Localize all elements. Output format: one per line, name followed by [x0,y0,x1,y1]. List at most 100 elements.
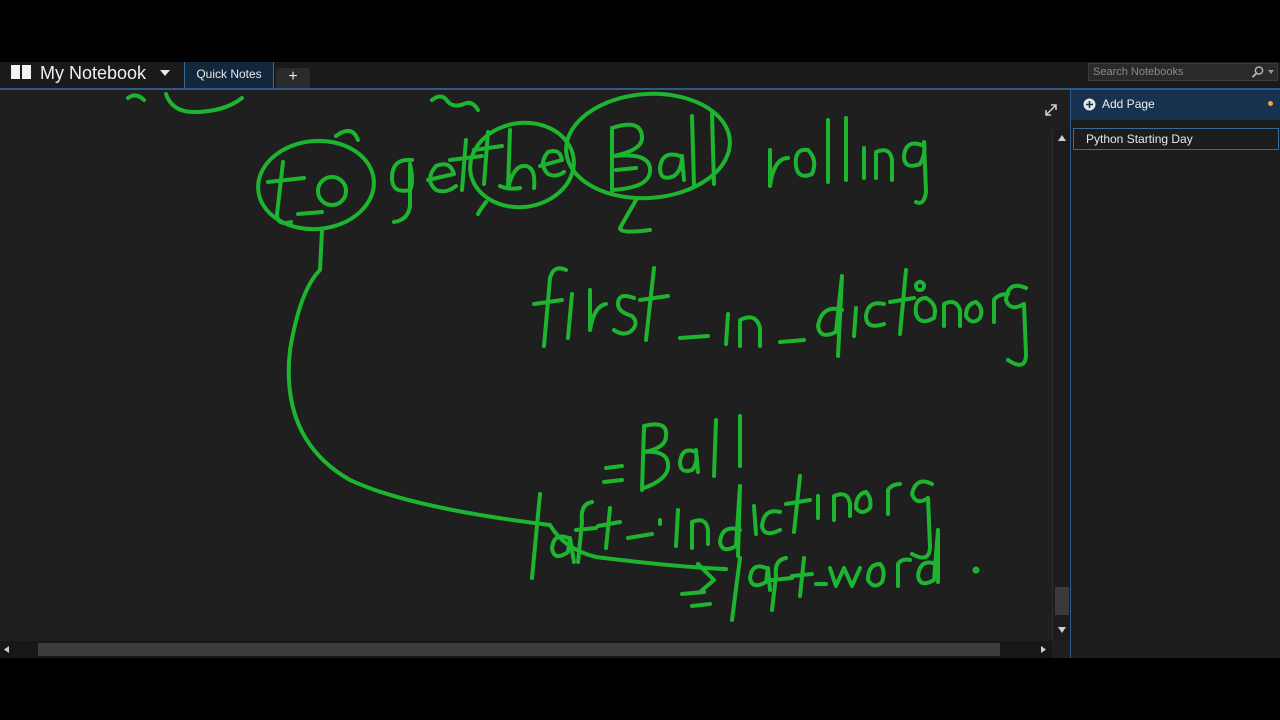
ink-stroke [690,518,710,550]
ink-stroke [852,306,858,338]
ink-stroke [888,296,916,304]
chevron-down-icon[interactable] [160,70,170,76]
ink-stroke [942,300,962,328]
ink-stroke [964,300,984,324]
add-section-button[interactable]: + [276,68,310,88]
ink-stroke [626,532,654,540]
note-canvas[interactable] [0,90,1052,641]
ink-stroke [854,490,873,514]
ink-stroke [724,312,730,346]
scroll-thumb[interactable] [1055,587,1069,615]
ink-stroke [1004,283,1028,367]
ink-stroke [674,508,680,548]
ink-stroke [790,572,814,578]
ink-stroke [864,301,886,328]
ink-stroke [718,484,742,558]
tab-quick-notes[interactable]: Quick Notes [184,62,274,90]
ink-stroke [574,526,598,532]
notebook-icon [11,65,31,79]
ink-stroke [316,175,348,207]
search-icon[interactable] [1251,65,1265,79]
ink-stroke [460,138,468,192]
ink-stroke [730,556,742,622]
ink-stroke [778,338,806,344]
top-bar: My Notebook Quick Notes + [0,62,1280,90]
ink-stroke [334,128,360,142]
ink-stroke [828,566,862,588]
ink-stroke [614,166,638,172]
ink-stroke [542,266,568,348]
ink-stroke [126,93,146,102]
ink-stroke [610,122,653,192]
ink-stroke [638,294,670,302]
ink-stroke [640,426,646,492]
ink-stroke [690,602,712,608]
vertical-scrollbar[interactable] [1052,130,1071,641]
arrow-left-icon[interactable] [0,641,14,658]
add-icon [1083,98,1096,111]
ink-stroke [770,576,794,582]
add-page-label: Add Page [1102,97,1155,111]
page-list-panel: Add Page Python Starting Day [1070,90,1280,658]
ink-stroke [886,482,902,516]
ink-stroke [296,210,324,216]
ink-stroke [596,520,622,528]
ink-stroke [538,149,566,178]
search-box[interactable] [1088,63,1278,81]
ink-stroke [266,176,306,184]
ink-stroke [275,160,293,225]
status-dot [1268,101,1273,106]
ink-stroke [896,557,912,588]
ink-stroke [506,128,537,190]
ink-stroke [426,162,458,194]
add-page-button[interactable]: Add Page [1071,90,1280,120]
ink-stroke [768,148,790,188]
ink-stroke [390,157,414,224]
ink-stroke [752,504,758,536]
ink-stroke [256,138,376,232]
arrow-right-icon[interactable] [1036,641,1050,658]
expand-icon[interactable] [1043,102,1059,118]
ink-stroke [902,140,928,205]
ink-stroke [604,506,612,550]
ink-stroke [644,266,656,342]
ink-stroke [164,92,244,114]
ink-stroke [712,418,718,478]
ink-stroke [678,334,710,340]
horizontal-scrollbar[interactable] [0,641,1052,658]
ink-stroke [914,280,926,292]
ink-stroke [588,288,608,332]
ink-stroke [972,566,980,574]
ink-stroke [618,198,652,234]
scroll-thumb[interactable] [38,643,1000,656]
ink-stroke [658,152,686,182]
page-title: Python Starting Day [1086,132,1193,146]
ink-stroke [913,296,937,324]
tab-label: Quick Notes [196,67,262,81]
ink-stroke [710,112,716,186]
notebook-title[interactable]: My Notebook [40,63,146,84]
ink-stroke [612,294,638,336]
ink-stroke [866,562,886,588]
ink-stroke [816,274,844,358]
page-item[interactable]: Python Starting Day [1073,128,1279,150]
ink-stroke [832,492,852,522]
ink-stroke [604,464,624,470]
ink-stroke [910,479,934,560]
ink-stroke [690,114,696,188]
ink-drawing [126,91,1028,622]
arrow-down-icon[interactable] [1053,622,1071,638]
ink-stroke [530,492,542,580]
ink-stroke [874,148,894,182]
ink-stroke [642,422,671,490]
search-scope-chevron-icon[interactable] [1268,70,1274,74]
ink-stroke [793,147,817,178]
ink-stroke [678,448,700,474]
ink-stroke [738,315,762,348]
arrow-up-icon[interactable] [1053,130,1071,146]
search-input[interactable] [1089,64,1257,80]
ink-stroke [760,509,782,536]
ink-stroke [430,94,480,112]
ink-stroke [784,498,812,506]
ink-stroke [448,154,484,162]
